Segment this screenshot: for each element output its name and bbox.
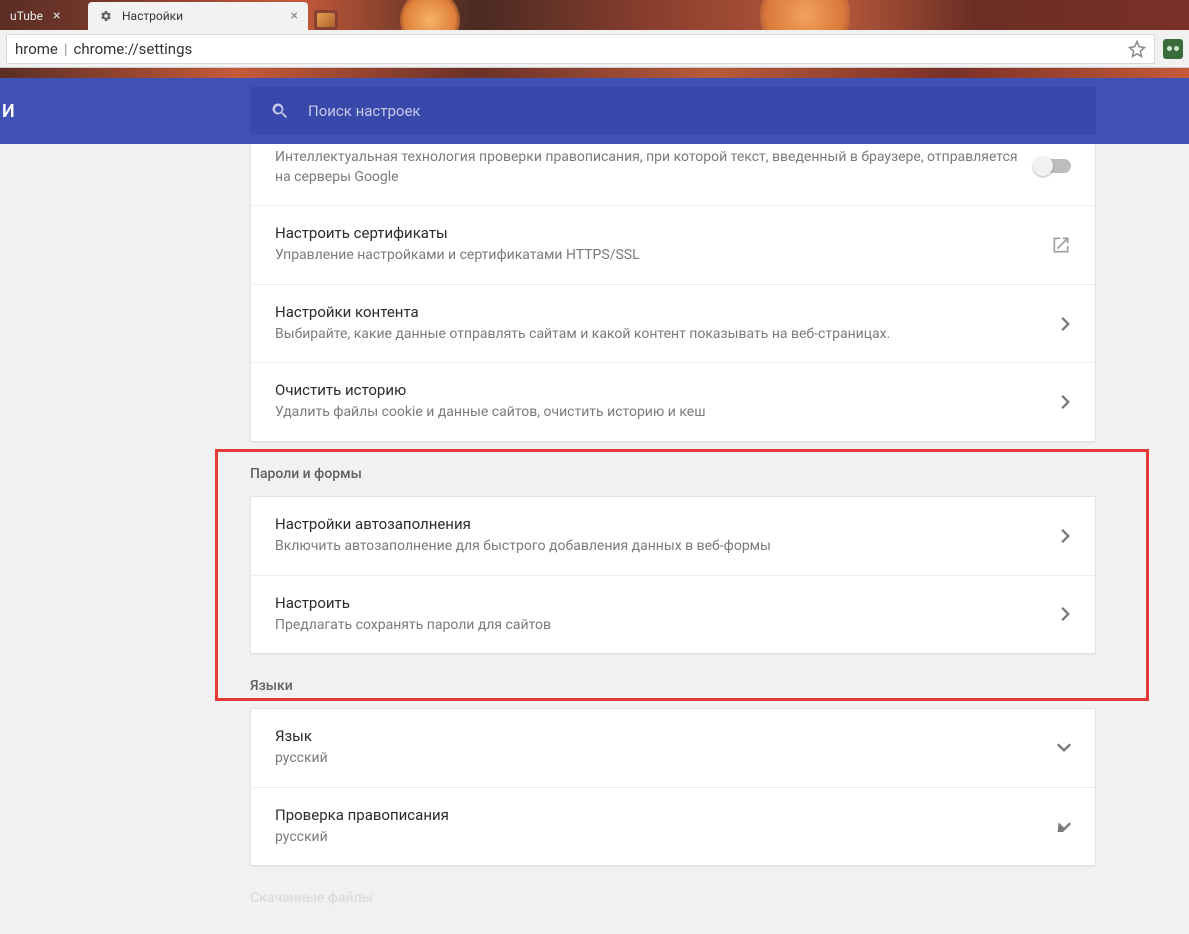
separator: |	[64, 40, 68, 58]
row-title: Настроить	[275, 594, 1061, 612]
setting-row-clear-history[interactable]: Очистить историю Удалить файлы cookie и …	[251, 362, 1095, 441]
row-subtitle: Интеллектуальная технология проверки пра…	[275, 148, 1035, 187]
tab-youtube[interactable]: uTube ×	[0, 2, 88, 30]
search-placeholder: Поиск настроек	[308, 102, 421, 120]
header-title-truncated: И	[0, 101, 18, 122]
row-subtitle: русский	[275, 749, 1057, 769]
row-subtitle: Выбирайте, какие данные отправлять сайта…	[275, 325, 1061, 345]
chevron-down-icon	[1057, 743, 1071, 753]
close-icon[interactable]: ×	[53, 9, 60, 23]
row-title: Очистить историю	[275, 381, 1061, 399]
gear-icon	[98, 8, 114, 24]
setting-row-autofill[interactable]: Настройки автозаполнения Включить автоза…	[251, 497, 1095, 575]
row-subtitle: Включить автозаполнение для быстрого доб…	[275, 537, 1061, 557]
chevron-right-icon	[1061, 395, 1071, 409]
toggle-off-icon[interactable]	[1035, 159, 1071, 173]
bookmark-star-icon[interactable]	[1128, 40, 1146, 58]
privacy-card: Интеллектуальная технология проверки пра…	[250, 144, 1096, 442]
section-title-passwords: Пароли и формы	[250, 442, 1096, 496]
setting-row-language[interactable]: Язык русский	[251, 709, 1095, 787]
row-subtitle: Предлагать сохранять пароли для сайтов	[275, 616, 1061, 636]
close-icon[interactable]: ×	[291, 9, 298, 23]
url-origin-chip: hrome	[15, 40, 58, 58]
row-subtitle: Удалить файлы cookie и данные сайтов, оч…	[275, 403, 1061, 423]
tab-label: uTube	[10, 9, 43, 23]
row-title: Язык	[275, 727, 1057, 745]
setting-row-manage-passwords[interactable]: Настроить Предлагать сохранять пароли дл…	[251, 575, 1095, 654]
settings-search[interactable]: Поиск настроек	[250, 87, 1096, 135]
chevron-down-icon	[1057, 822, 1071, 832]
setting-row-spellcheck[interactable]: Интеллектуальная технология проверки пра…	[251, 144, 1095, 205]
setting-row-content-settings[interactable]: Настройки контента Выбирайте, какие данн…	[251, 284, 1095, 363]
tab-strip: uTube × Настройки ×	[0, 0, 1189, 30]
setting-row-spellcheck-lang[interactable]: Проверка правописания русский	[251, 787, 1095, 866]
settings-content: Интеллектуальная технология проверки пра…	[0, 144, 1189, 934]
setting-row-certificates[interactable]: Настроить сертификаты Управление настрой…	[251, 205, 1095, 284]
tab-label: Настройки	[122, 9, 183, 23]
search-icon	[270, 101, 290, 121]
section-title-downloads: Скачанные файлы	[250, 866, 1096, 920]
omnibox[interactable]: hrome | chrome://settings	[6, 34, 1155, 64]
new-tab-button[interactable]	[314, 10, 338, 30]
row-title: Настройки контента	[275, 303, 1061, 321]
theme-banner	[0, 68, 1189, 78]
row-title: Проверка правописания	[275, 806, 1057, 824]
settings-header: И Поиск настроек	[0, 78, 1189, 144]
chevron-right-icon	[1061, 607, 1071, 621]
tab-settings[interactable]: Настройки ×	[88, 2, 308, 30]
chevron-right-icon	[1061, 529, 1071, 543]
address-bar: hrome | chrome://settings	[0, 30, 1189, 68]
chevron-right-icon	[1061, 317, 1071, 331]
languages-card: Язык русский Проверка правописания русск…	[250, 708, 1096, 866]
url-text: chrome://settings	[74, 40, 1120, 58]
row-subtitle: Управление настройками и сертификатами H…	[275, 246, 1051, 266]
open-external-icon	[1051, 235, 1071, 255]
extension-icon[interactable]	[1163, 39, 1183, 59]
row-subtitle: русский	[275, 828, 1057, 848]
passwords-card: Настройки автозаполнения Включить автоза…	[250, 496, 1096, 654]
row-title: Настроить сертификаты	[275, 224, 1051, 242]
row-title: Настройки автозаполнения	[275, 515, 1061, 533]
section-title-languages: Языки	[250, 654, 1096, 708]
